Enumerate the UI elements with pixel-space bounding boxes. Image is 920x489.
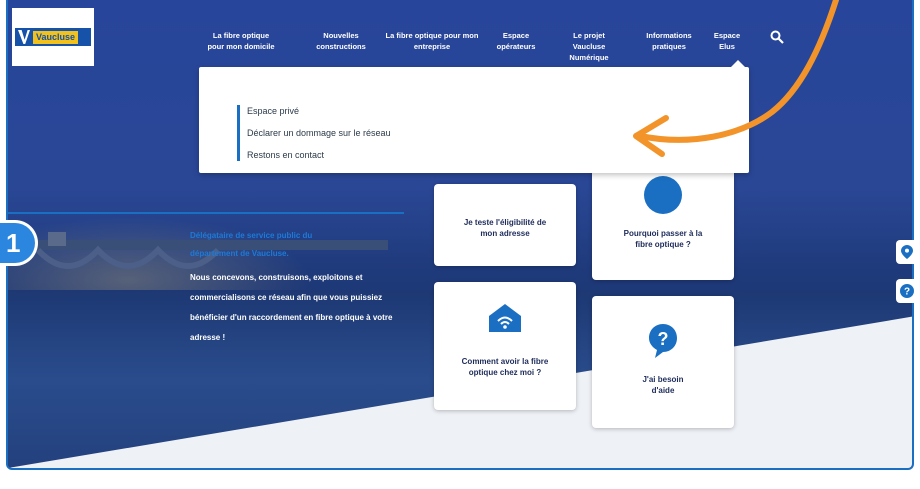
card-why-fiber-label: Pourquoi passer à la fibre optique ? bbox=[623, 229, 703, 249]
wifi-house-icon bbox=[489, 304, 521, 332]
vaucluse-logo[interactable]: Vaucluse bbox=[12, 8, 94, 66]
dropdown-item-restons-contact[interactable]: Restons en contact bbox=[247, 150, 324, 160]
hero-description: Nous concevons, construisons, exploitons… bbox=[190, 273, 393, 342]
dropdown-item-espace-prive[interactable]: Espace privé bbox=[247, 106, 299, 116]
why-fiber-circle-icon bbox=[644, 176, 682, 214]
card-get-fiber[interactable]: Comment avoir la fibre optique chez moi … bbox=[434, 282, 576, 410]
nav-nouvelles-constructions[interactable]: Nouvelles constructions bbox=[312, 30, 370, 52]
nav-fibre-entreprise[interactable]: La fibre optique pour mon entreprise bbox=[384, 30, 480, 52]
nav-fibre-domicile[interactable]: La fibre optique pour mon domicile bbox=[204, 30, 278, 52]
logo-text: Vaucluse bbox=[33, 30, 79, 44]
dropdown-item-declarer-dommage[interactable]: Déclarer un dommage sur le réseau bbox=[247, 128, 391, 138]
logo-v-mark bbox=[18, 30, 30, 44]
espace-elus-dropdown: Espace privé Déclarer un dommage sur le … bbox=[199, 67, 749, 173]
step-number: 1 bbox=[6, 227, 21, 258]
map-pin-button[interactable] bbox=[896, 240, 918, 264]
card-help-label: J'ai besoin d'aide bbox=[642, 375, 684, 395]
hero-subtitle: Délégataire de service public du départe… bbox=[190, 231, 313, 258]
nav-espace-elus[interactable]: Espace Elus bbox=[710, 30, 744, 52]
map-pin-icon bbox=[901, 245, 913, 259]
nav-espace-operateurs[interactable]: Espace opérateurs bbox=[494, 30, 538, 52]
nav-informations-pratiques[interactable]: Informations pratiques bbox=[644, 30, 694, 52]
search-icon[interactable] bbox=[770, 30, 784, 44]
help-icon: ? bbox=[900, 284, 914, 298]
nav-projet-vaucluse[interactable]: Le projet Vaucluse Numérique bbox=[556, 30, 622, 63]
card-get-fiber-label: Comment avoir la fibre optique chez moi … bbox=[461, 357, 549, 377]
card-help[interactable]: ? J'ai besoin d'aide bbox=[592, 296, 734, 428]
dropdown-accent-bar bbox=[237, 105, 240, 161]
svg-text:?: ? bbox=[904, 287, 910, 298]
page-frame: Délégataire de service public du départe… bbox=[6, 0, 914, 470]
svg-text:?: ? bbox=[658, 329, 669, 349]
question-bubble-icon: ? bbox=[649, 324, 677, 358]
card-eligibility-label: Je teste l'éligibilité de mon adresse bbox=[463, 218, 547, 238]
help-button[interactable]: ? bbox=[896, 279, 918, 303]
main-nav: Vaucluse La fibre optique pour mon domic… bbox=[8, 0, 912, 66]
hero-accent-line bbox=[8, 212, 404, 214]
card-eligibility[interactable]: Je teste l'éligibilité de mon adresse bbox=[434, 184, 576, 266]
